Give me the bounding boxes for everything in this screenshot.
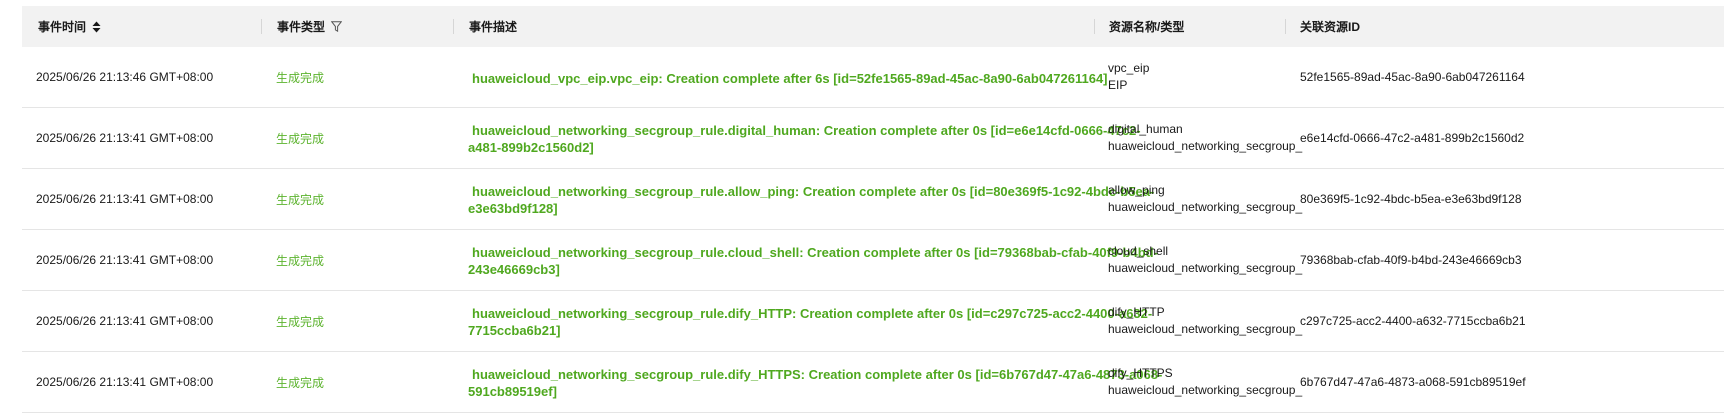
sort-icon[interactable] <box>92 21 101 33</box>
resource-type: EIP <box>1108 78 1128 92</box>
event-time: 2025/06/26 21:13:41 GMT+08:00 <box>36 253 214 267</box>
event-description: huaweicloud_networking_secgroup_rule.dif… <box>468 367 1163 399</box>
event-description: huaweicloud_networking_secgroup_rule.all… <box>468 184 1155 216</box>
table-row: 2025/06/26 21:13:41 GMT+08:00 生成完成 huawe… <box>22 108 1724 169</box>
table-header: 事件时间 事件类型 事件描述 资源名称/类型 关联资源ID <box>22 6 1724 47</box>
resource-cell: digital_human huaweicloud_networking_sec… <box>1108 108 1304 168</box>
header-time[interactable]: 事件时间 <box>38 6 101 47</box>
header-resource-label: 资源名称/类型 <box>1109 20 1185 34</box>
event-time: 2025/06/26 21:13:41 GMT+08:00 <box>36 375 214 389</box>
table-row: 2025/06/26 21:13:41 GMT+08:00 生成完成 huawe… <box>22 352 1724 413</box>
event-description: huaweicloud_networking_secgroup_rule.dig… <box>468 123 1141 155</box>
event-description: huaweicloud_networking_secgroup_rule.clo… <box>468 245 1158 277</box>
resource-name: digital_human <box>1108 122 1183 136</box>
resource-type: huaweicloud_networking_secgroup_ <box>1108 383 1303 397</box>
resource-type: huaweicloud_networking_secgroup_ <box>1108 322 1303 336</box>
resource-name: allow_ping <box>1108 183 1165 197</box>
resource-type: huaweicloud_networking_secgroup_ <box>1108 139 1303 153</box>
resource-cell: allow_ping huaweicloud_networking_secgro… <box>1108 169 1304 229</box>
header-resource-id-label: 关联资源ID <box>1300 20 1361 34</box>
resource-cell: dify_HTTPS huaweicloud_networking_secgro… <box>1108 352 1304 412</box>
event-description: huaweicloud_vpc_eip.vpc_eip: Creation co… <box>472 70 1108 86</box>
resource-cell: cloud_shell huaweicloud_networking_secgr… <box>1108 230 1304 290</box>
resource-id: e6e14cfd-0666-47c2-a481-899b2c1560d2 <box>1300 131 1525 145</box>
header-desc-label: 事件描述 <box>469 20 518 34</box>
event-type: 生成完成 <box>276 70 325 85</box>
event-type: 生成完成 <box>276 192 325 207</box>
resource-name: dify_HTTP <box>1108 305 1165 319</box>
event-description: huaweicloud_networking_secgroup_rule.dif… <box>468 306 1153 338</box>
header-divider <box>261 19 262 34</box>
resource-name: vpc_eip <box>1108 61 1150 75</box>
header-resource-id: 关联资源ID <box>1300 6 1360 47</box>
event-time: 2025/06/26 21:13:41 GMT+08:00 <box>36 131 214 145</box>
resource-cell: vpc_eip EIP <box>1108 47 1304 107</box>
event-time: 2025/06/26 21:13:46 GMT+08:00 <box>36 70 214 84</box>
resource-cell: dify_HTTP huaweicloud_networking_secgrou… <box>1108 291 1304 351</box>
header-divider <box>1094 19 1095 34</box>
event-type: 生成完成 <box>276 375 325 390</box>
header-type-label: 事件类型 <box>277 20 326 34</box>
header-divider <box>1285 19 1286 34</box>
header-resource: 资源名称/类型 <box>1109 6 1184 47</box>
event-table: 事件时间 事件类型 事件描述 资源名称/类型 关联资源ID 2025/06/26… <box>22 6 1724 413</box>
resource-name: dify_HTTPS <box>1108 366 1173 380</box>
event-time: 2025/06/26 21:13:41 GMT+08:00 <box>36 192 214 206</box>
resource-id: 52fe1565-89ad-45ac-8a90-6ab047261164 <box>1300 70 1525 84</box>
event-type: 生成完成 <box>276 131 325 146</box>
event-time: 2025/06/26 21:13:41 GMT+08:00 <box>36 314 214 328</box>
resource-type: huaweicloud_networking_secgroup_ <box>1108 200 1303 214</box>
resource-name: cloud_shell <box>1108 244 1169 258</box>
header-divider <box>453 19 454 34</box>
resource-id: c297c725-acc2-4400-a632-7715ccba6b21 <box>1300 314 1526 328</box>
table-row: 2025/06/26 21:13:41 GMT+08:00 生成完成 huawe… <box>22 230 1724 291</box>
event-type: 生成完成 <box>276 314 325 329</box>
header-desc: 事件描述 <box>469 6 517 47</box>
resource-type: huaweicloud_networking_secgroup_ <box>1108 261 1303 275</box>
header-time-label: 事件时间 <box>38 20 87 34</box>
resource-id: 6b767d47-47a6-4873-a068-591cb89519ef <box>1300 375 1526 389</box>
table-row: 2025/06/26 21:13:41 GMT+08:00 生成完成 huawe… <box>22 169 1724 230</box>
table-row: 2025/06/26 21:13:41 GMT+08:00 生成完成 huawe… <box>22 291 1724 352</box>
filter-icon[interactable] <box>331 21 343 32</box>
event-type: 生成完成 <box>276 253 325 268</box>
resource-id: 80e369f5-1c92-4bdc-b5ea-e3e63bd9f128 <box>1300 192 1522 206</box>
header-type: 事件类型 <box>277 6 343 47</box>
resource-id: 79368bab-cfab-40f9-b4bd-243e46669cb3 <box>1300 253 1522 267</box>
table-row: 2025/06/26 21:13:46 GMT+08:00 生成完成 huawe… <box>22 47 1724 108</box>
